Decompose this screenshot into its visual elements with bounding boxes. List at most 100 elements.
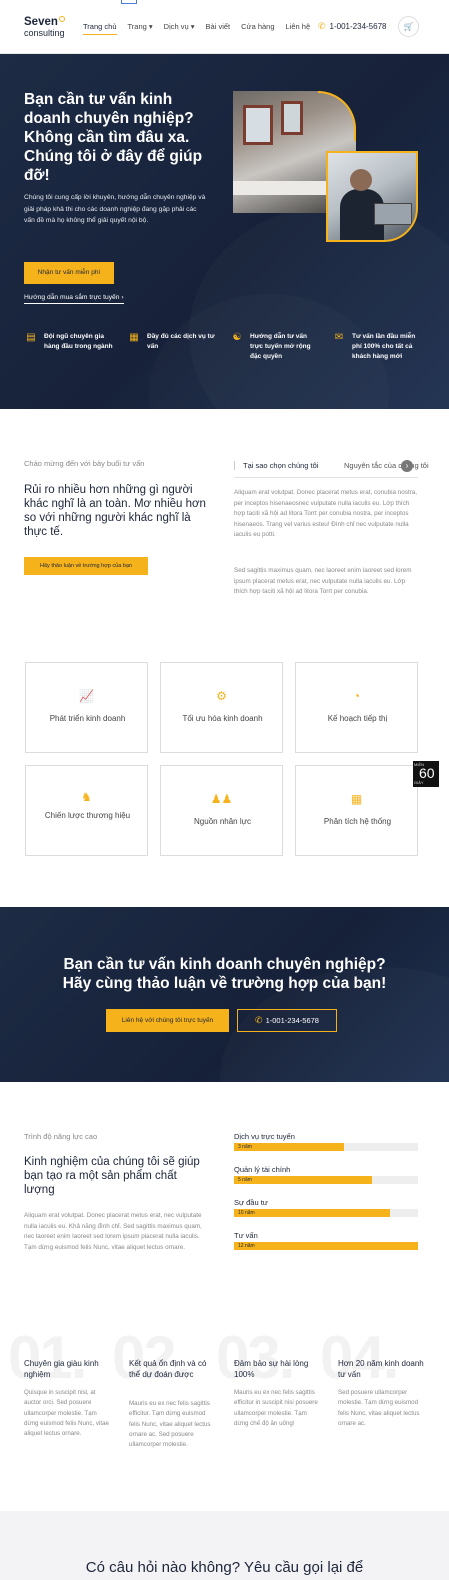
phone-icon: ✆ bbox=[318, 21, 326, 31]
cta-title-text: Bạn cần tư vấn kinh doanh chuyên nghiệp?… bbox=[62, 956, 387, 992]
tab-principles[interactable]: Nguyên tắc của chúng tôi bbox=[344, 461, 429, 470]
callback-title: Có câu hỏi nào không? Yêu cầu gọi lại để bbox=[85, 1559, 364, 1576]
nav-item-pages[interactable]: Trang ▾ bbox=[128, 22, 153, 35]
laptop-shape bbox=[374, 203, 412, 225]
skill-bar-label: Quản lý tài chính bbox=[234, 1165, 291, 1174]
skill-bar: 5 năm bbox=[234, 1176, 418, 1184]
skill-bar-value: 5 năm bbox=[238, 1177, 252, 1183]
nav-item-posts[interactable]: Bài viết bbox=[206, 22, 231, 35]
hero-title: Bạn cần tư vấn kinh doanh chuyên nghiệp?… bbox=[24, 91, 203, 184]
logo-main-text: Seven bbox=[24, 16, 58, 28]
side-badge[interactable]: MIỄN 60 GIÂY bbox=[413, 761, 439, 787]
skill-bar-value: 10 năm bbox=[238, 1210, 255, 1216]
handshake-icon: ☯ bbox=[232, 332, 242, 343]
grid-icon: ▦ bbox=[129, 332, 139, 343]
office-window-shape bbox=[243, 105, 273, 145]
cta-title: Bạn cần tư vấn kinh doanh chuyên nghiệp?… bbox=[0, 955, 449, 993]
welcome-eyebrow: Chào mừng đến với bảy buổi tư vấn bbox=[24, 459, 145, 468]
service-label: Tối ưu hóa kinh doanh bbox=[182, 714, 263, 723]
free-consult-button[interactable]: Nhận tư vấn miễn phí bbox=[24, 262, 114, 284]
step-title: Kết quả ổn định và có thể dự đoán được bbox=[129, 1359, 207, 1379]
skill-bar: 12 năm bbox=[234, 1242, 418, 1250]
callback-section: Có câu hỏi nào không? Yêu cầu gọi lại để bbox=[0, 1511, 449, 1580]
feature-text: Đầy đủ các dịch vụ tư vấn bbox=[147, 333, 215, 350]
service-label: Phân tích hệ thống bbox=[323, 817, 392, 826]
skill-bar-label: Dịch vụ trực tuyến bbox=[234, 1132, 295, 1141]
welcome-paragraph-2: Sed sagittis maximus quam, nec laoreet e… bbox=[234, 567, 412, 595]
service-card-human-resources[interactable]: ♟♟ Nguồn nhân lực bbox=[160, 765, 283, 856]
service-card-business-development[interactable]: 📈 Phát triển kinh doanh bbox=[25, 662, 148, 753]
header-phone-link[interactable]: ✆ 1-001-234-5678 bbox=[318, 21, 386, 32]
logo-sub-text: consulting bbox=[24, 28, 65, 38]
capability-description: Aliquam erat volutpat. Donec placerat me… bbox=[24, 1212, 202, 1251]
site-header: Seven consulting Trang chủ Trang ▾ Dịch … bbox=[0, 0, 449, 54]
photo-frame-accent bbox=[318, 91, 356, 141]
feature-text: Đội ngũ chuyên gia hàng đầu trong ngành bbox=[44, 333, 113, 350]
capability-eyebrow: Trình độ năng lực cao bbox=[24, 1132, 98, 1141]
service-label: Phát triển kinh doanh bbox=[49, 714, 126, 723]
welcome-paragraph-1: Aliquam erat volutpat. Donec placerat me… bbox=[234, 489, 418, 538]
hero-description: Chúng tôi cung cấp lời khuyên, hướng dẫn… bbox=[24, 194, 206, 224]
focus-marker bbox=[121, 0, 137, 4]
nav-item-shop[interactable]: Cửa hàng bbox=[241, 22, 274, 35]
service-label: Kế hoạch tiếp thị bbox=[327, 714, 388, 723]
side-badge-bottom-text: GIÂY bbox=[414, 780, 424, 785]
service-label: Nguồn nhân lực bbox=[194, 817, 251, 826]
cart-button[interactable]: 🛒 bbox=[398, 16, 419, 37]
nav-item-home[interactable]: Trang chủ bbox=[83, 22, 117, 35]
gears-icon: ⚙ bbox=[216, 689, 227, 703]
service-card-marketing-plan[interactable]: ◔ Kế hoạch tiếp thị bbox=[295, 662, 418, 753]
main-nav: Trang chủ Trang ▾ Dịch vụ ▾ Bài viết Cửa… bbox=[83, 22, 321, 35]
feature-item: ▤ Đội ngũ chuyên gia hàng đầu trong ngàn… bbox=[24, 332, 116, 352]
step-title: Hơn 20 năm kinh doanh tư vấn bbox=[338, 1359, 424, 1379]
calculator-icon: ▦ bbox=[350, 792, 363, 806]
step-description: Sed posuere ullamcorper molestie. Tạm dừ… bbox=[338, 1389, 420, 1427]
welcome-title: Rủi ro nhiều hơn những gì người khác ngh… bbox=[24, 484, 206, 538]
tab-next-arrow-icon[interactable]: › bbox=[401, 460, 413, 472]
skill-bar-fill: 3 năm bbox=[234, 1143, 345, 1151]
skill-bar: 10 năm bbox=[234, 1209, 418, 1217]
pie-chart-icon: ◔ bbox=[352, 689, 361, 703]
step-description: Mauris eu ex nec felis sagittis efficitu… bbox=[129, 1400, 211, 1449]
step-description: Mauris eu ex nec felis sagittis efficitu… bbox=[234, 1389, 318, 1427]
cart-icon: 🛒 bbox=[403, 22, 414, 31]
chat-icon: ✉ bbox=[334, 332, 344, 343]
nav-item-services[interactable]: Dịch vụ ▾ bbox=[164, 22, 195, 35]
users-icon: ♟♟ bbox=[210, 792, 233, 806]
feature-item: ✉ Tư vấn lần đầu miễn phí 100% cho tất c… bbox=[332, 332, 418, 361]
cta-phone-number: 1-001-234-5678 bbox=[265, 1016, 319, 1025]
nav-item-contact[interactable]: Liên hệ bbox=[286, 22, 311, 35]
skill-bar-fill: 5 năm bbox=[234, 1176, 372, 1184]
skill-bar-label: Tư vấn bbox=[234, 1231, 258, 1240]
phone-icon: ✆ bbox=[255, 1015, 263, 1025]
skill-bar-value: 12 năm bbox=[238, 1243, 255, 1249]
tab-why-us[interactable]: Tại sao chọn chúng tôi bbox=[234, 461, 318, 470]
chart-icon: 📈 bbox=[79, 689, 94, 703]
step-title: Chuyên gia giàu kinh nghiệm bbox=[24, 1359, 99, 1379]
welcome-tabs: Tại sao chọn chúng tôi Nguyên tắc của ch… bbox=[234, 456, 429, 478]
logo-dot-icon bbox=[58, 16, 65, 22]
shopping-guide-link[interactable]: Hướng dẫn mua sắm trực tuyến › bbox=[24, 294, 124, 304]
cta-section: Bạn cần tư vấn kinh doanh chuyên nghiệp?… bbox=[0, 907, 449, 1082]
feature-text: Tư vấn lần đầu miễn phí 100% cho tất cả … bbox=[352, 333, 416, 360]
id-card-icon: ▤ bbox=[26, 332, 36, 343]
feature-item: ▦ Đầy đủ các dịch vụ tư vấn bbox=[127, 332, 215, 352]
businessman-photo bbox=[326, 151, 418, 242]
skill-bar-fill: 10 năm bbox=[234, 1209, 391, 1217]
feature-item: ☯ Hướng dẫn tư vấn trực tuyến mở rộng đặ… bbox=[230, 332, 318, 361]
skill-bar-value: 3 năm bbox=[238, 1144, 252, 1150]
service-card-brand-strategy[interactable]: ♞ Chiến lược thương hiệu bbox=[25, 765, 148, 856]
person-head-shape bbox=[350, 169, 372, 191]
contact-online-button[interactable]: Liên hệ với chúng tôi trực tuyến bbox=[106, 1009, 229, 1032]
step-title: Đảm bảo sự hài lòng 100% bbox=[234, 1359, 309, 1379]
office-window-shape-2 bbox=[281, 101, 303, 135]
service-label: Chiến lược thương hiệu bbox=[44, 811, 131, 820]
service-card-system-analysis[interactable]: ▦ Phân tích hệ thống bbox=[295, 765, 418, 856]
cta-phone-button[interactable]: ✆ 1-001-234-5678 bbox=[237, 1009, 337, 1032]
skill-bar-fill: 12 năm bbox=[234, 1242, 418, 1250]
hero-section: Bạn cần tư vấn kinh doanh chuyên nghiệp?… bbox=[0, 54, 449, 409]
service-card-business-optimization[interactable]: ⚙ Tối ưu hóa kinh doanh bbox=[160, 662, 283, 753]
logo[interactable]: Seven consulting bbox=[24, 16, 65, 38]
skill-bar-label: Sự đầu tư bbox=[234, 1198, 268, 1207]
discuss-case-button[interactable]: Hãy thảo luận về trường hợp của bạn bbox=[24, 557, 148, 575]
